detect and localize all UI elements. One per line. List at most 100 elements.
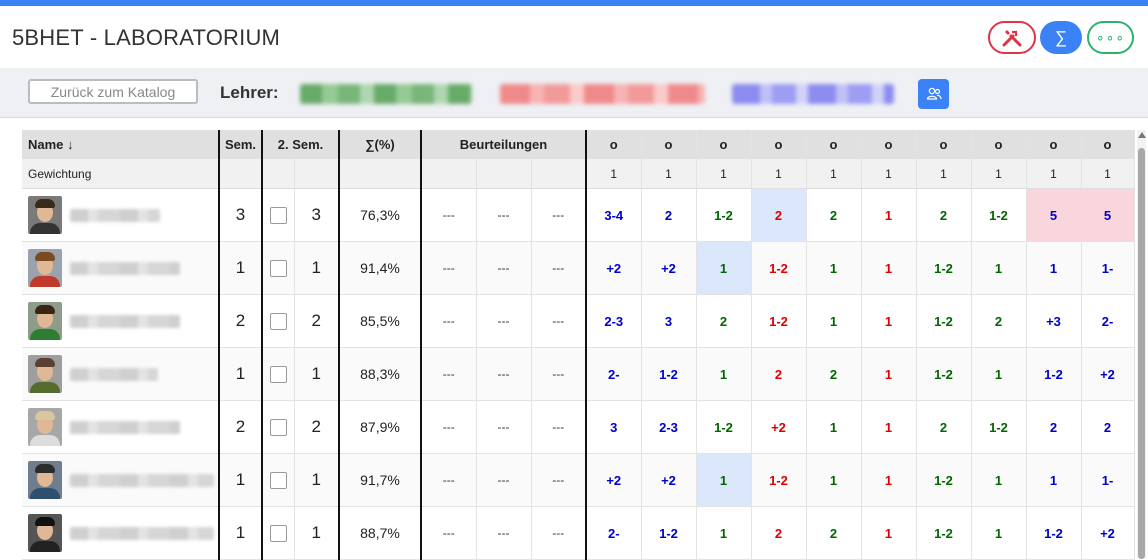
sum-button[interactable]: ∑ <box>1040 21 1082 54</box>
assessment-cell[interactable]: --- <box>531 506 588 560</box>
grade-cell[interactable]: 1-2 <box>916 453 972 507</box>
grade-cell[interactable]: 2 <box>916 400 972 454</box>
grade-cell[interactable]: 2 <box>751 506 807 560</box>
grade-cell[interactable]: 1-2 <box>916 294 972 348</box>
tools-button[interactable] <box>988 21 1036 54</box>
assessment-cell[interactable]: --- <box>476 347 532 401</box>
sem2-checkbox[interactable] <box>269 365 287 383</box>
column-header-grade[interactable]: o <box>641 130 697 159</box>
grade-cell[interactable]: 1- <box>1081 453 1135 507</box>
grade-cell[interactable]: +2 <box>1081 506 1135 560</box>
grade-cell[interactable]: 2- <box>1081 294 1135 348</box>
grade-cell[interactable]: 1-2 <box>696 400 752 454</box>
grade-cell[interactable]: 1 <box>861 188 917 242</box>
grade-cell[interactable]: 1 <box>971 241 1027 295</box>
student-name-cell[interactable] <box>22 188 220 242</box>
student-name-cell[interactable] <box>22 506 220 560</box>
grade-cell[interactable]: 1-2 <box>696 188 752 242</box>
grade-cell[interactable]: 1 <box>806 400 862 454</box>
grade-cell[interactable]: 1-2 <box>971 188 1027 242</box>
assessment-cell[interactable]: --- <box>421 188 477 242</box>
grade-cell[interactable]: 1 <box>861 347 917 401</box>
assessment-cell[interactable]: --- <box>421 400 477 454</box>
grade-cell[interactable]: 1 <box>696 506 752 560</box>
grade-cell[interactable]: 1 <box>806 241 862 295</box>
column-header-grade[interactable]: o <box>1081 130 1135 159</box>
grade-cell[interactable]: 2 <box>916 188 972 242</box>
people-button[interactable] <box>918 79 949 109</box>
assessment-cell[interactable]: --- <box>421 241 477 295</box>
column-header-grade[interactable]: o <box>861 130 917 159</box>
assessment-cell[interactable]: --- <box>531 294 588 348</box>
column-header-grade[interactable]: o <box>586 130 642 159</box>
grade-cell[interactable]: 1 <box>1026 453 1082 507</box>
grade-cell[interactable]: 1 <box>971 347 1027 401</box>
scrollbar-thumb[interactable] <box>1138 148 1145 559</box>
grade-cell[interactable]: 2 <box>751 188 807 242</box>
grade-cell[interactable]: 1-2 <box>916 506 972 560</box>
grade-cell[interactable]: 2 <box>696 294 752 348</box>
grade-cell[interactable]: 2 <box>751 347 807 401</box>
grade-cell[interactable]: 1 <box>696 453 752 507</box>
grade-cell[interactable]: 1 <box>861 294 917 348</box>
column-header-grade[interactable]: o <box>1026 130 1082 159</box>
grade-cell[interactable]: 2-3 <box>641 400 697 454</box>
grade-cell[interactable]: 1-2 <box>1026 506 1082 560</box>
grade-cell[interactable]: 2- <box>586 347 642 401</box>
grade-cell[interactable]: +2 <box>751 400 807 454</box>
grade-cell[interactable]: 1-2 <box>971 400 1027 454</box>
grade-cell[interactable]: 1-2 <box>916 347 972 401</box>
grade-cell[interactable]: 2 <box>1081 400 1135 454</box>
sem2-checkbox[interactable] <box>269 312 287 330</box>
assessment-cell[interactable]: --- <box>476 294 532 348</box>
vertical-scrollbar[interactable] <box>1137 130 1146 559</box>
grade-cell[interactable]: 2 <box>1026 400 1082 454</box>
grade-cell[interactable]: 1 <box>861 506 917 560</box>
assessment-cell[interactable]: --- <box>531 347 588 401</box>
assessment-cell[interactable]: --- <box>476 400 532 454</box>
grade-cell[interactable]: 2-3 <box>586 294 642 348</box>
student-name-cell[interactable] <box>22 241 220 295</box>
sem2-checkbox[interactable] <box>269 418 287 436</box>
grade-cell[interactable]: 1 <box>696 347 752 401</box>
assessment-cell[interactable]: --- <box>421 453 477 507</box>
grade-cell[interactable]: 2 <box>806 506 862 560</box>
grade-cell[interactable]: 2 <box>641 188 697 242</box>
grade-cell[interactable]: +2 <box>1081 347 1135 401</box>
grade-cell[interactable]: 1 <box>861 241 917 295</box>
grade-cell[interactable]: 1 <box>806 453 862 507</box>
grade-cell[interactable]: 2 <box>971 294 1027 348</box>
grade-cell[interactable]: 1-2 <box>751 241 807 295</box>
grade-cell[interactable]: 1 <box>806 294 862 348</box>
grade-cell[interactable]: 3-4 <box>586 188 642 242</box>
grade-cell[interactable]: 2- <box>586 506 642 560</box>
student-name-cell[interactable] <box>22 453 220 507</box>
assessment-cell[interactable]: --- <box>531 188 588 242</box>
assessment-cell[interactable]: --- <box>531 400 588 454</box>
grade-cell[interactable]: +2 <box>586 241 642 295</box>
column-header-name[interactable]: Name ↓ <box>22 130 220 159</box>
grade-cell[interactable]: 1-2 <box>1026 347 1082 401</box>
scroll-up-icon[interactable] <box>1138 132 1146 138</box>
grade-cell[interactable]: 3 <box>586 400 642 454</box>
assessment-cell[interactable]: --- <box>421 347 477 401</box>
grade-cell[interactable]: 1 <box>971 506 1027 560</box>
student-name-cell[interactable] <box>22 347 220 401</box>
sem2-checkbox[interactable] <box>269 471 287 489</box>
assessment-cell[interactable]: --- <box>531 241 588 295</box>
grade-cell[interactable]: 2 <box>806 188 862 242</box>
sem2-checkbox[interactable] <box>269 524 287 542</box>
sem2-checkbox[interactable] <box>269 259 287 277</box>
assessment-cell[interactable]: --- <box>476 241 532 295</box>
grade-cell[interactable]: 1-2 <box>751 453 807 507</box>
grade-cell[interactable]: 5 <box>1026 188 1082 242</box>
grade-cell[interactable]: +2 <box>586 453 642 507</box>
grade-cell[interactable]: 1 <box>696 241 752 295</box>
column-header-grade[interactable]: o <box>696 130 752 159</box>
grade-cell[interactable]: 1- <box>1081 241 1135 295</box>
grade-cell[interactable]: +2 <box>641 241 697 295</box>
grade-cell[interactable]: 1 <box>861 400 917 454</box>
back-to-catalog-button[interactable]: Zurück zum Katalog <box>28 79 198 104</box>
assessment-cell[interactable]: --- <box>421 294 477 348</box>
grade-cell[interactable]: 1 <box>971 453 1027 507</box>
